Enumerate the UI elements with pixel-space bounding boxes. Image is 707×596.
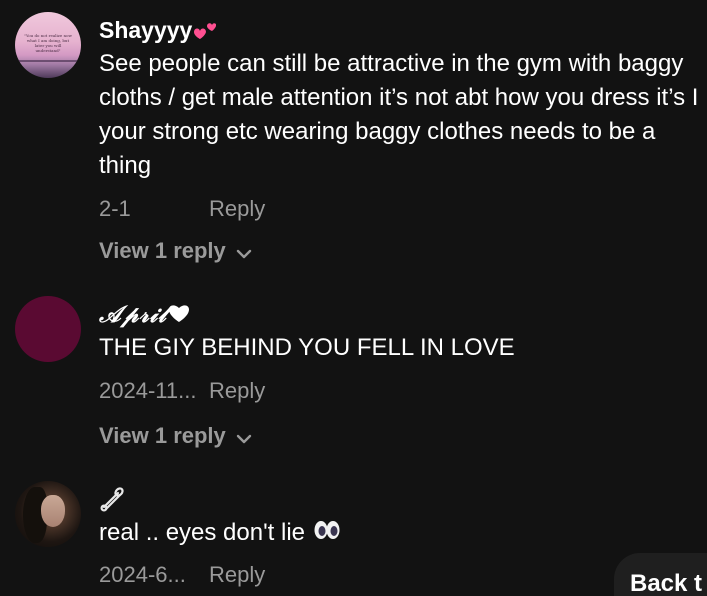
white-heart-icon — [167, 302, 191, 330]
comment-meta: 2024-6... — [99, 562, 186, 588]
comment-text-content: real .. eyes don't lie — [99, 519, 306, 546]
view-replies-label: View 1 reply — [99, 423, 226, 448]
safety-pin-icon — [99, 486, 125, 518]
comment-meta: 2-1 — [99, 196, 131, 222]
username-label: Shayyyy — [99, 17, 193, 44]
view-replies-button[interactable]: View 1 reply — [99, 423, 252, 450]
avatar-quote-text: "You do not realize now what I am doing,… — [24, 33, 72, 53]
back-to-top-button[interactable]: Back t — [614, 553, 707, 596]
comment-date: 2-1 — [99, 196, 131, 221]
two-hearts-icon — [192, 17, 217, 47]
back-button-label: Back t — [630, 570, 703, 596]
comment-date: 2024-11... — [99, 378, 197, 403]
username-label: 𝒜𝓅𝓇𝒾𝓁 — [99, 301, 167, 328]
chevron-down-icon — [236, 424, 252, 450]
comment-text: real .. eyes don't lie — [99, 516, 699, 551]
view-replies-button[interactable]: View 1 reply — [99, 238, 252, 265]
reply-button[interactable]: Reply — [209, 196, 265, 222]
avatar-horizon — [15, 60, 81, 62]
avatar[interactable] — [15, 296, 81, 362]
avatar[interactable] — [15, 481, 81, 547]
view-replies-label: View 1 reply — [99, 238, 226, 263]
comment-username[interactable]: 𝒜𝓅𝓇𝒾𝓁 — [99, 301, 191, 330]
comment-username[interactable] — [99, 486, 125, 518]
avatar[interactable]: "You do not realize now what I am doing,… — [15, 12, 81, 78]
eyes-icon — [313, 517, 341, 551]
comment-text: See people can still be attractive in th… — [99, 50, 699, 179]
comment-meta: 2024-11... — [99, 378, 196, 404]
avatar-face — [41, 495, 65, 527]
chevron-down-icon — [236, 239, 252, 265]
comments-page: "You do not realize now what I am doing,… — [0, 0, 707, 596]
reply-button[interactable]: Reply — [209, 378, 265, 404]
comment-date: 2024-6... — [99, 562, 186, 587]
comment-text: THE GIY BEHIND YOU FELL IN LOVE — [99, 334, 515, 361]
reply-button[interactable]: Reply — [209, 562, 265, 588]
comment-username[interactable]: Shayyyy — [99, 17, 217, 47]
